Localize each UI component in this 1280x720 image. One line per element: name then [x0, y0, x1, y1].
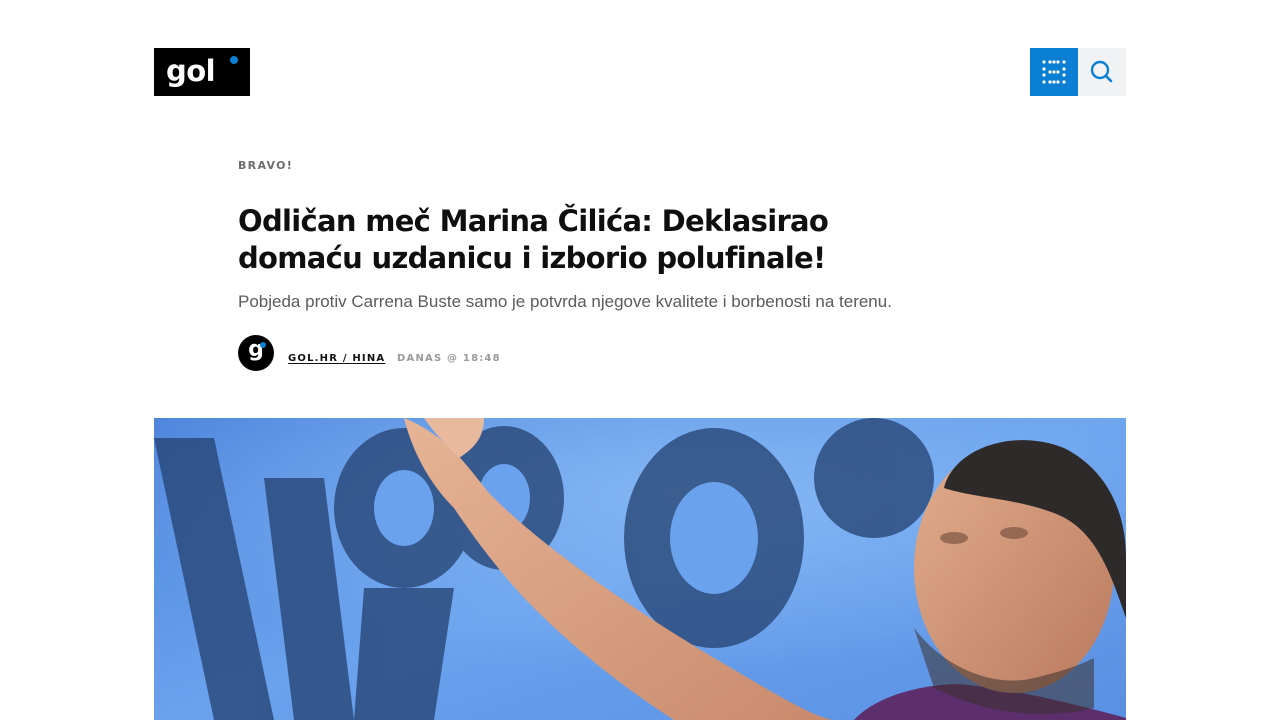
author-link[interactable]: GOL.HR / HINA [288, 352, 385, 365]
article-lead: Pobjeda protiv Carrena Buste samo je pot… [238, 292, 892, 311]
avatar-dot-icon [260, 342, 266, 348]
article-kicker[interactable]: BRAVO! [238, 159, 293, 173]
search-icon [1078, 48, 1126, 96]
publish-time: DANAS @ 18:48 [397, 353, 501, 364]
grid-dots-icon [1030, 48, 1078, 96]
menu-button[interactable] [1030, 48, 1078, 96]
logo-text: gol [166, 54, 216, 88]
hero-image [154, 418, 1126, 720]
avatar-letter: g [248, 337, 264, 362]
logo-dot-icon [230, 56, 238, 64]
author-avatar[interactable]: g [238, 335, 274, 371]
site-logo[interactable]: gol [154, 48, 250, 96]
page: gol BRAVO! Odličan meč Marina Čilića: De… [0, 0, 1280, 720]
search-button[interactable] [1078, 48, 1126, 96]
article-title: Odličan meč Marina Čilića: Deklasirao do… [238, 204, 829, 275]
